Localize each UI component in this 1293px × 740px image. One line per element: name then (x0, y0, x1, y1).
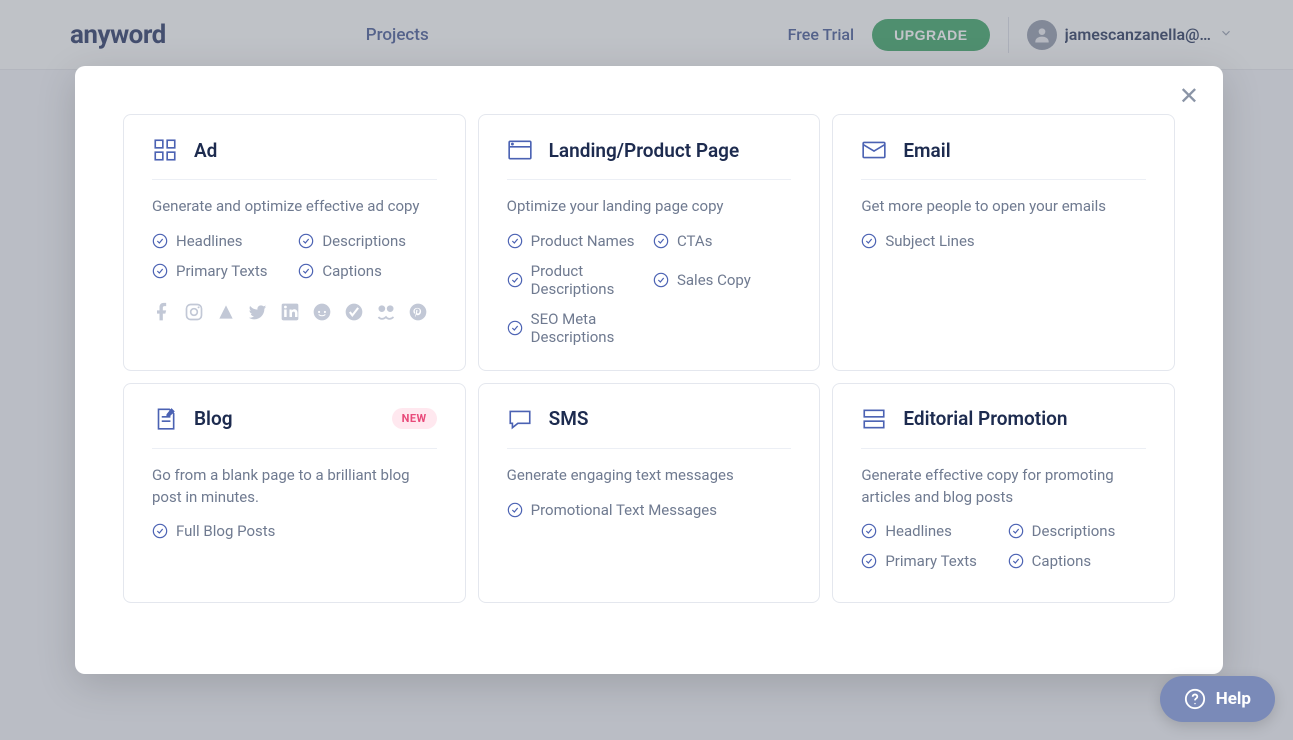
card-ad[interactable]: Ad Generate and optimize effective ad co… (123, 114, 466, 371)
linkedin-icon (280, 302, 300, 322)
cards-grid: Ad Generate and optimize effective ad co… (123, 114, 1175, 603)
feature-item: Promotional Text Messages (507, 501, 792, 519)
pinterest-icon (408, 302, 428, 322)
card-title: Blog (194, 407, 233, 430)
close-icon[interactable]: ✕ (1179, 84, 1199, 108)
verizon-icon (344, 302, 364, 322)
feature-item: Descriptions (298, 232, 436, 250)
card-desc: Generate engaging text messages (507, 465, 792, 487)
card-title: Editorial Promotion (903, 407, 1067, 430)
chat-icon (507, 406, 533, 432)
card-desc: Get more people to open your emails (861, 196, 1146, 218)
browser-icon (507, 137, 533, 163)
card-landing-page[interactable]: Landing/Product Page Optimize your landi… (478, 114, 821, 371)
feature-item: SEO Meta Descriptions (507, 310, 645, 346)
card-title: Landing/Product Page (549, 139, 740, 162)
card-desc: Go from a blank page to a brilliant blog… (152, 465, 437, 509)
reddit-icon (312, 302, 332, 322)
new-badge: NEW (392, 408, 437, 429)
card-editorial[interactable]: Editorial Promotion Generate effective c… (832, 383, 1175, 603)
layout-icon (861, 406, 887, 432)
card-desc: Generate and optimize effective ad copy (152, 196, 437, 218)
card-title: Ad (194, 139, 217, 162)
feature-item: Primary Texts (152, 262, 290, 280)
facebook-icon (152, 302, 172, 322)
grid-icon (152, 137, 178, 163)
card-email[interactable]: Email Get more people to open your email… (832, 114, 1175, 371)
feature-item: Headlines (861, 522, 999, 540)
help-button[interactable]: Help (1160, 676, 1275, 722)
project-type-modal: ✕ Ad Generate and optimize effective ad … (75, 66, 1223, 674)
feature-item: Primary Texts (861, 552, 999, 570)
social-icons-row (152, 302, 437, 322)
feature-item: CTAs (653, 232, 791, 250)
card-sms[interactable]: SMS Generate engaging text messages Prom… (478, 383, 821, 603)
help-label: Help (1216, 689, 1251, 709)
feature-item: Descriptions (1008, 522, 1146, 540)
card-blog[interactable]: Blog NEW Go from a blank page to a brill… (123, 383, 466, 603)
feature-item: Product Descriptions (507, 262, 645, 298)
feature-item: Subject Lines (861, 232, 1146, 250)
feature-item: Captions (298, 262, 436, 280)
feature-item: Product Names (507, 232, 645, 250)
mail-icon (861, 137, 887, 163)
card-title: Email (903, 139, 950, 162)
twitter-icon (248, 302, 268, 322)
feature-item: Sales Copy (653, 262, 791, 298)
feature-item: Headlines (152, 232, 290, 250)
document-edit-icon (152, 406, 178, 432)
taboola-icon (376, 302, 396, 322)
feature-item: Full Blog Posts (152, 522, 437, 540)
card-desc: Generate effective copy for promoting ar… (861, 465, 1146, 509)
feature-item: Captions (1008, 552, 1146, 570)
card-title: SMS (549, 407, 589, 430)
instagram-icon (184, 302, 204, 322)
card-desc: Optimize your landing page copy (507, 196, 792, 218)
google-ads-icon (216, 302, 236, 322)
